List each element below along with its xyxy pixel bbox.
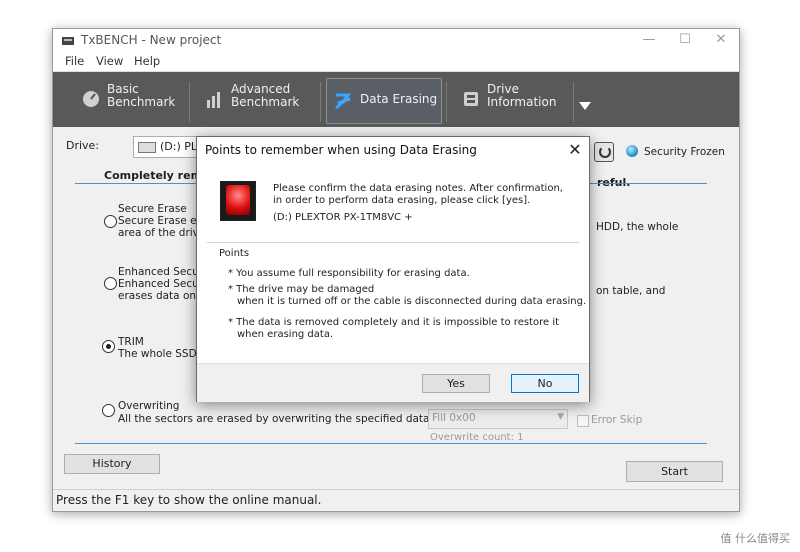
window-title: TxBENCH - New project [81,33,222,47]
history-button[interactable]: History [64,454,160,474]
option-description-tail: on table, and [596,285,666,297]
tab-separator [573,82,574,122]
warning-light-icon [220,181,256,221]
point-item: * The data is removed completely and it … [228,317,560,328]
no-button[interactable]: No [511,374,579,393]
menu-bar: File View Help [53,53,739,72]
dialog-drive-name: (D:) PLEXTOR PX-1TM8VC + [273,212,413,223]
tab-basic-benchmark[interactable]: Basic Benchmark [79,79,179,125]
tab-label: Drive Information [487,82,557,109]
trim-radio[interactable] [102,340,115,353]
overwrite-count: Overwrite count: 1 [430,432,524,443]
option-title: Overwriting [118,400,180,412]
maximize-button[interactable]: ☐ [667,29,703,53]
error-skip-label: Error Skip [591,414,643,426]
point-item: when it is turned off or the cable is di… [237,296,587,307]
overwriting-radio[interactable] [102,404,115,417]
bar-chart-icon [207,92,220,108]
fill-pattern-select[interactable]: Fill 0x00 ▼ [428,409,568,429]
option-description-tail: HDD, the whole [596,221,679,233]
fill-pattern-value: Fill 0x00 [432,412,476,424]
tab-advanced-benchmark[interactable]: Advanced Benchmark [203,79,307,125]
menu-help[interactable]: Help [134,54,160,68]
point-item: * You assume full responsibility for era… [228,268,470,279]
tab-separator [446,82,447,122]
dialog-divider [207,242,579,243]
point-item: * The drive may be damaged [228,284,375,295]
security-status-text: Security Frozen [644,146,725,158]
tab-label: Advanced Benchmark [231,82,300,109]
option-title: TRIM [118,336,144,348]
error-skip-checkbox[interactable] [577,415,589,427]
tab-label: Data Erasing [360,92,438,106]
refresh-button[interactable] [594,142,614,162]
tab-separator [320,82,321,122]
dialog-message: in order to perform data erasing, please… [273,195,531,206]
minimize-button[interactable]: — [631,29,667,53]
chevron-down-icon: ▼ [557,412,564,422]
section-divider [75,443,707,444]
dialog-close-button[interactable]: ✕ [565,140,585,160]
tab-label: Basic Benchmark [107,82,176,109]
tab-data-erasing[interactable]: Data Erasing [326,78,442,124]
speedometer-icon [83,91,99,107]
secure-erase-radio[interactable] [104,215,117,228]
close-button[interactable]: ✕ [703,29,739,53]
eraser-stack-icon [335,93,351,110]
tab-drive-information[interactable]: Drive Information [459,79,569,125]
menu-view[interactable]: View [96,54,123,68]
drive-info-icon [464,92,478,106]
app-icon [62,37,74,45]
yes-button[interactable]: Yes [422,374,490,393]
menu-file[interactable]: File [65,54,84,68]
drive-label: Drive: [66,139,100,152]
refresh-icon [599,146,611,158]
tab-separator [189,82,190,122]
dialog-title: Points to remember when using Data Erasi… [205,143,477,157]
start-button[interactable]: Start [626,461,723,482]
status-bar: Press the F1 key to show the online manu… [53,489,739,510]
tab-dropdown-arrow[interactable] [579,102,591,110]
point-item: when erasing data. [237,329,334,340]
watermark: 值 什么值得买 [720,532,791,545]
enhanced-secure-erase-radio[interactable] [104,277,117,290]
points-heading: Points [219,248,250,259]
security-status-icon [626,145,638,157]
tab-bar: Basic Benchmark Advanced Benchmark Data … [53,72,739,127]
hard-drive-icon [138,142,156,153]
dialog-message: Please confirm the data erasing notes. A… [273,183,563,194]
option-title: Secure Erase [118,203,187,215]
option-description: All the sectors are erased by overwritin… [118,413,433,425]
title-bar[interactable]: TxBENCH - New project — ☐ ✕ [53,29,739,53]
status-text: Press the F1 key to show the online manu… [56,493,322,507]
confirm-dialog: Points to remember when using Data Erasi… [196,136,590,402]
